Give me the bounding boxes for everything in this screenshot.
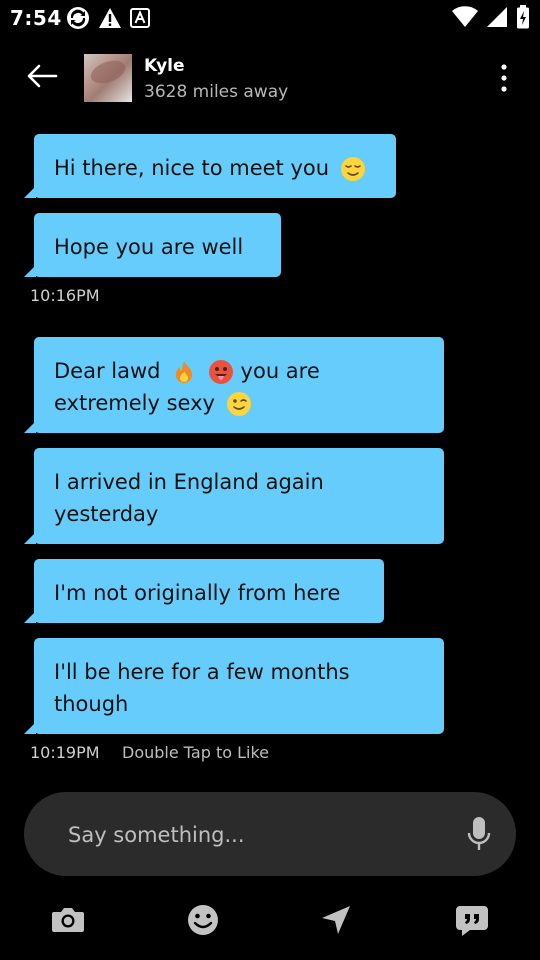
camera-icon[interactable]	[48, 900, 88, 940]
message-bubble[interactable]: I'm not originally from here	[24, 559, 384, 623]
message-text: I arrived in England again	[54, 470, 324, 494]
message-text: though	[54, 692, 129, 716]
contact-name[interactable]: Kyle	[144, 56, 185, 76]
message-input[interactable]	[66, 816, 430, 854]
microphone-icon[interactable]	[466, 816, 492, 852]
saved-phrases-icon[interactable]	[452, 900, 492, 940]
signal-icon	[487, 7, 507, 27]
location-icon[interactable]	[316, 900, 356, 940]
message-text: extremely sexy	[54, 391, 215, 415]
message-text: Dear lawd	[54, 359, 161, 383]
warning-icon	[99, 8, 121, 28]
message-text: I'm not originally from here	[54, 581, 341, 605]
message-bubble[interactable]: I'll be here for a few months though	[24, 638, 444, 734]
chat-header: Kyle 3628 miles away	[0, 40, 540, 116]
winking-emoji-icon	[226, 392, 251, 416]
message-bubble[interactable]: Hi there, nice to meet you	[24, 134, 396, 198]
message-composer	[24, 792, 516, 876]
a-box-icon	[130, 8, 150, 28]
message-timestamp: 10:16PM	[30, 286, 100, 305]
fire-emoji-icon	[176, 361, 193, 383]
hot-face-emoji-icon	[208, 360, 233, 384]
status-time: 7:54	[10, 6, 62, 30]
contact-distance: 3628 miles away	[144, 82, 289, 102]
relieved-emoji-icon	[340, 157, 365, 181]
battery-icon	[517, 5, 529, 29]
message-text: you are	[240, 359, 320, 383]
message-text: yesterday	[54, 502, 159, 526]
avatar[interactable]	[84, 54, 132, 102]
message-text: Hi there, nice to meet you	[54, 156, 330, 180]
message-bubble[interactable]: Hope you are well	[24, 213, 281, 277]
double-tap-hint: Double Tap to Like	[122, 743, 269, 762]
message-bubble[interactable]: Dear lawd you are extremely sexy	[24, 337, 444, 433]
back-arrow-icon[interactable]	[24, 58, 60, 94]
wifi-icon	[452, 6, 478, 28]
message-timestamp: 10:19PM	[30, 743, 100, 762]
bottom-toolbar	[0, 890, 540, 950]
message-text: I'll be here for a few months	[54, 660, 350, 684]
emoji-icon[interactable]	[183, 900, 223, 940]
message-text: Hope you are well	[54, 235, 244, 259]
more-options-icon[interactable]	[492, 62, 516, 94]
message-bubble[interactable]: I arrived in England again yesterday	[24, 448, 444, 544]
sync-icon	[67, 7, 89, 29]
status-bar: 7:54	[0, 0, 540, 36]
